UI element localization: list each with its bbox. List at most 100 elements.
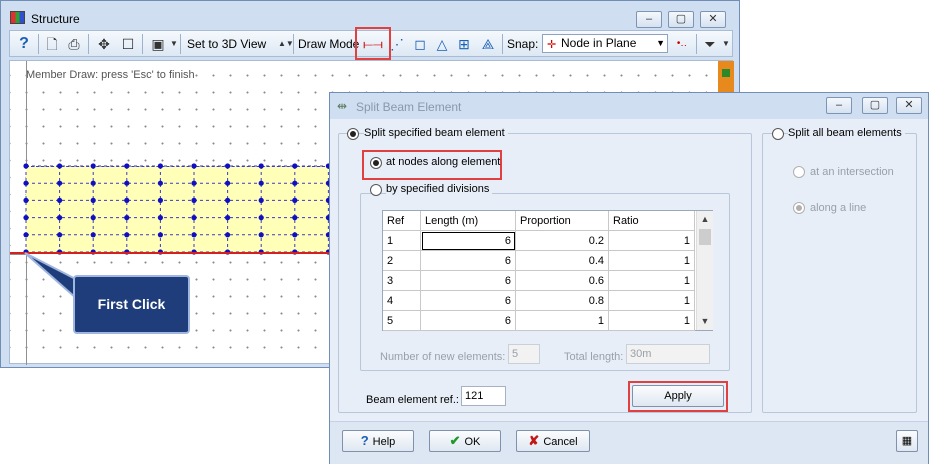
table-cell[interactable]: 1 bbox=[609, 311, 695, 331]
table-cell[interactable]: 1 bbox=[609, 251, 695, 271]
table-header-cell: Length (m) bbox=[421, 211, 516, 231]
node-point[interactable] bbox=[225, 197, 231, 203]
at-intersection-radio[interactable] bbox=[793, 166, 805, 178]
table-header-cell: Ratio bbox=[609, 211, 695, 231]
table-cell[interactable]: 6 bbox=[421, 291, 516, 311]
table-row-ref: 2 bbox=[383, 251, 421, 271]
at-nodes-radio[interactable] bbox=[370, 157, 382, 169]
split-beam-dialog: ⇹ Split Beam Element – ▢ ✕ Split specifi… bbox=[329, 92, 929, 464]
along-line-radio[interactable] bbox=[793, 202, 805, 214]
table-cell[interactable]: 0.4 bbox=[516, 251, 609, 271]
node-point[interactable] bbox=[225, 232, 231, 238]
along-line-label: along a line bbox=[810, 202, 867, 214]
table-cell[interactable]: 1 bbox=[609, 231, 695, 251]
table-cell[interactable]: 0.2 bbox=[516, 231, 609, 251]
apply-button[interactable]: Apply bbox=[632, 385, 724, 407]
ok-button[interactable]: ✔ OK bbox=[429, 430, 501, 452]
new-elements-field: 5 bbox=[508, 344, 540, 364]
table-row-ref: 1 bbox=[383, 231, 421, 251]
table-row-ref: 3 bbox=[383, 271, 421, 291]
table-scrollbar[interactable]: ▲ ▼ bbox=[696, 211, 713, 330]
view-spinner-icon[interactable]: ▲▼ bbox=[278, 34, 294, 54]
node-point[interactable] bbox=[292, 197, 298, 203]
draw-triangle-icon[interactable]: △ bbox=[432, 34, 452, 54]
table-row-ref: 5 bbox=[383, 311, 421, 331]
at-nodes-label: at nodes along element bbox=[386, 156, 501, 168]
dialog-footer: ? Help ✔ OK ✘ Cancel ▦ bbox=[330, 421, 928, 464]
snap-select[interactable]: ✛ Node in Plane ▼ bbox=[542, 34, 668, 53]
calculator-icon: ▦ bbox=[901, 435, 913, 447]
total-length-field: 30m bbox=[626, 344, 710, 364]
table-cell[interactable]: 1 bbox=[516, 311, 609, 331]
maximize-button[interactable]: ▢ bbox=[668, 11, 694, 28]
help-label: Help bbox=[372, 436, 396, 448]
scroll-thumb[interactable] bbox=[699, 229, 711, 245]
ok-label: OK bbox=[464, 436, 481, 448]
dialog-title-bar: ⇹ Split Beam Element – ▢ ✕ bbox=[330, 93, 928, 119]
node-point[interactable] bbox=[292, 180, 298, 186]
table-cell[interactable]: 6 bbox=[421, 231, 516, 251]
node-point[interactable] bbox=[292, 215, 298, 221]
calculator-button[interactable]: ▦ bbox=[896, 430, 918, 452]
total-length-label: Total length: bbox=[564, 351, 624, 363]
help-icon: ? bbox=[360, 433, 369, 448]
toolbar-separator bbox=[502, 34, 503, 54]
at-intersection-label: at an intersection bbox=[810, 166, 894, 178]
draw-truss-icon[interactable]: ⟁ bbox=[478, 34, 498, 54]
node-point[interactable] bbox=[258, 197, 264, 203]
node-point[interactable] bbox=[258, 232, 264, 238]
draw-rectangle-icon[interactable]: ◻ bbox=[410, 34, 430, 54]
beam-ref-label: Beam element ref.: bbox=[366, 394, 459, 406]
table-cell[interactable]: 6 bbox=[421, 271, 516, 291]
node-point[interactable] bbox=[225, 180, 231, 186]
node-point[interactable] bbox=[292, 163, 298, 169]
node-point[interactable] bbox=[292, 232, 298, 238]
split-all-label: Split all beam elements bbox=[788, 127, 905, 139]
table-header-cell: Proportion bbox=[516, 211, 609, 231]
by-divisions-radio[interactable] bbox=[370, 184, 382, 196]
split-specified-label: Split specified beam element bbox=[364, 127, 508, 139]
divisions-table[interactable]: Ref Length (m) Proportion Ratio 1 6 0.2 1 2 6 0.4 1… bbox=[382, 210, 713, 331]
draw-mode-label: Draw Mode bbox=[298, 37, 360, 51]
help-button[interactable]: ? Help bbox=[342, 430, 414, 452]
table-cell[interactable]: 1 bbox=[609, 291, 695, 311]
table-cell[interactable]: 6 bbox=[421, 251, 516, 271]
dialog-maximize-button[interactable]: ▢ bbox=[862, 97, 888, 114]
node-point[interactable] bbox=[225, 215, 231, 221]
draw-grid-icon[interactable]: ⊞ bbox=[454, 34, 474, 54]
new-elements-label: Number of new elements: bbox=[380, 351, 506, 363]
split-all-radio[interactable] bbox=[772, 128, 784, 140]
dialog-minimize-button[interactable]: – bbox=[826, 97, 852, 114]
node-point[interactable] bbox=[258, 215, 264, 221]
toolbar-separator bbox=[696, 34, 697, 54]
table-row-ref: 4 bbox=[383, 291, 421, 311]
scroll-down-icon[interactable]: ▼ bbox=[697, 313, 713, 329]
table-cell[interactable]: 6 bbox=[421, 311, 516, 331]
split-specified-radio[interactable] bbox=[347, 128, 359, 140]
node-snap-icon: ✛ bbox=[547, 39, 557, 51]
split-beam-icon: ⇹ bbox=[337, 99, 348, 113]
table-cell[interactable]: 1 bbox=[609, 271, 695, 291]
minimize-button[interactable]: – bbox=[636, 11, 662, 28]
check-icon: ✔ bbox=[449, 433, 461, 448]
dialog-title: Split Beam Element bbox=[356, 100, 462, 114]
dialog-close-button[interactable]: ✕ bbox=[896, 97, 922, 114]
first-click-callout: First Click bbox=[73, 275, 190, 334]
beam-ref-input[interactable]: 121 bbox=[461, 386, 506, 406]
node-point[interactable] bbox=[258, 163, 264, 169]
cancel-icon: ✘ bbox=[528, 433, 540, 448]
table-cell[interactable]: 0.8 bbox=[516, 291, 609, 311]
chevron-down-icon: ▼ bbox=[656, 38, 665, 48]
draw-member-highlight bbox=[355, 27, 391, 60]
node-point[interactable] bbox=[258, 180, 264, 186]
snap-label: Snap: bbox=[507, 37, 539, 51]
snap-nodes-icon[interactable]: •‥ bbox=[672, 34, 692, 54]
snap-value: Node in Plane bbox=[561, 36, 637, 50]
filter-dropdown-icon[interactable]: ▼ bbox=[716, 34, 736, 54]
scroll-up-icon[interactable]: ▲ bbox=[697, 211, 713, 227]
close-button[interactable]: ✕ bbox=[700, 11, 726, 28]
node-point[interactable] bbox=[225, 163, 231, 169]
table-header-cell: Ref bbox=[383, 211, 421, 231]
table-cell[interactable]: 0.6 bbox=[516, 271, 609, 291]
cancel-button[interactable]: ✘ Cancel bbox=[516, 430, 590, 452]
